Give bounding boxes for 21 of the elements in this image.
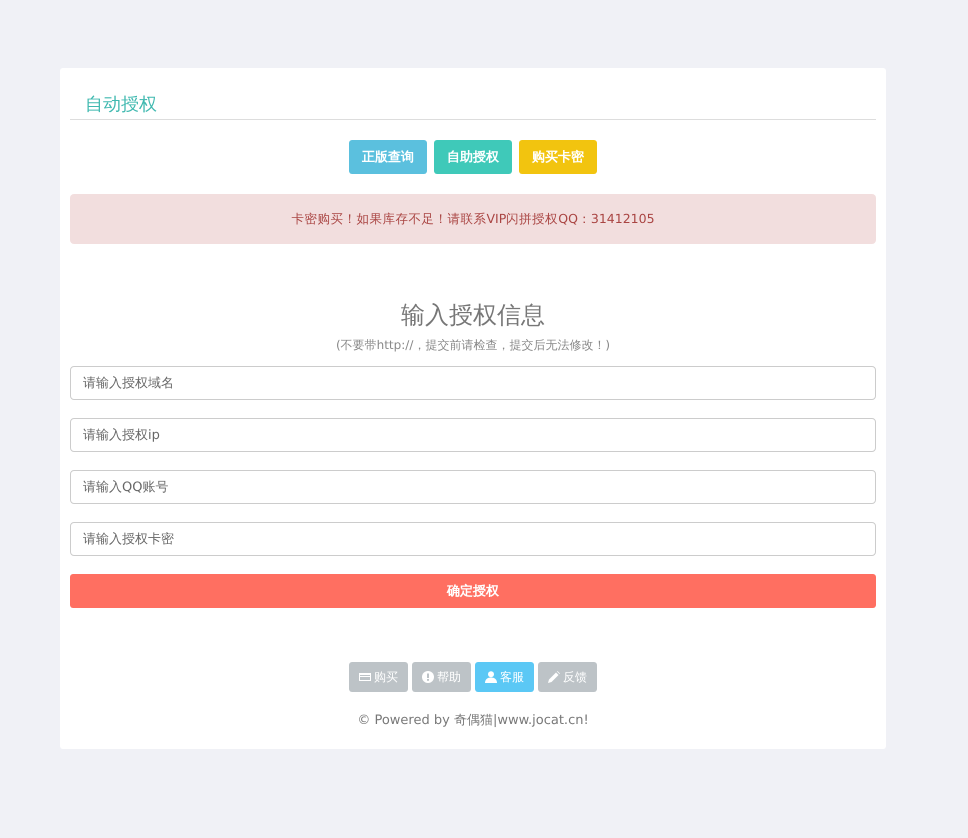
form-heading: 输入授权信息 [400,300,546,331]
alert-message: 卡密购买！如果库存不足！请联系VIP闪拼授权QQ：31412105 [70,194,876,244]
footer-button[interactable]: 购买 [349,662,408,692]
submit-button[interactable]: 确定授权 [70,574,876,608]
pencil-icon [548,671,560,683]
card-icon [359,672,371,682]
panel-title: 自动授权 [85,94,157,115]
exclamation-icon [422,671,434,683]
nav-button[interactable]: 自助授权 [434,140,512,174]
form-note: (不要带http://，提交前请检查，提交后无法修改！) [334,337,612,354]
input-field[interactable]: 请输入授权域名 [70,366,876,400]
footer-button[interactable]: 反馈 [538,662,597,692]
footer-button[interactable]: 帮助 [412,662,471,692]
footer-button[interactable]: 客服 [475,662,534,692]
input-field[interactable]: 请输入授权卡密 [70,522,876,556]
nav-button[interactable]: 购买卡密 [519,140,597,174]
copyright-text: © Powered by 奇偶猫|www.jocat.cn! [356,712,590,729]
input-field[interactable]: 请输入QQ账号 [70,470,876,504]
input-field[interactable]: 请输入授权ip [70,418,876,452]
user-icon [485,671,497,683]
nav-button[interactable]: 正版查询 [349,140,427,174]
